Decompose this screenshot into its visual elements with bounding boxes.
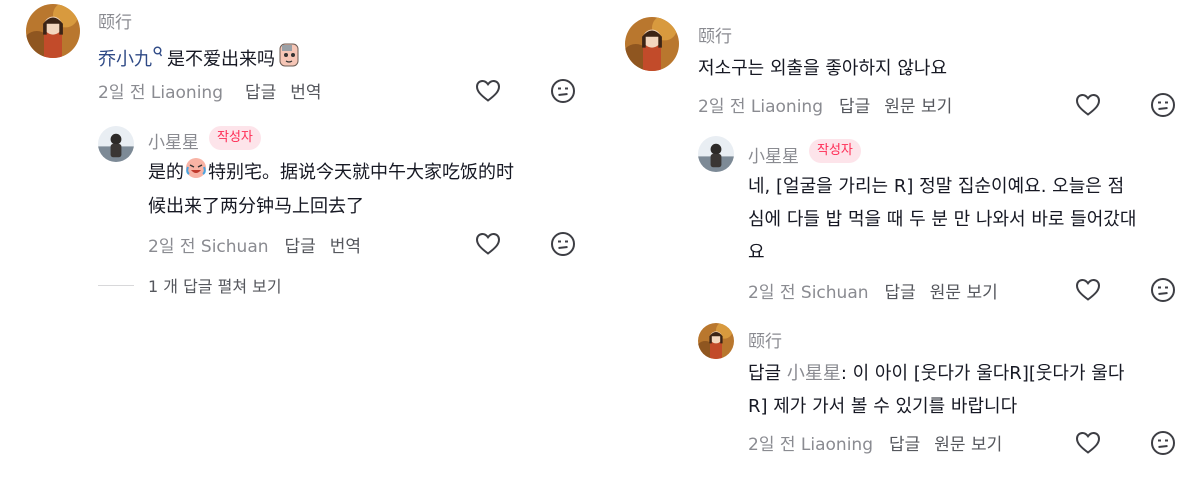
- reply-meta: 2일 전 Liaoning 답글 원문 보기: [748, 430, 1002, 455]
- dislike-button[interactable]: [549, 77, 577, 105]
- comment-date-location: 2일 전 Liaoning: [98, 83, 223, 103]
- reply-text-line: R] 제가 가서 볼 수 있기를 바랍니다: [748, 396, 1018, 417]
- dislike-button[interactable]: [1149, 276, 1177, 304]
- reply-button[interactable]: 답글: [285, 232, 316, 257]
- avatar[interactable]: [698, 323, 734, 359]
- reply-username[interactable]: 小星星: [148, 128, 199, 153]
- author-tag: 작성자: [809, 139, 861, 163]
- like-button[interactable]: [474, 230, 502, 258]
- comment-meta: 2일 전 Liaoning 답글 원문 보기: [698, 92, 952, 117]
- comment-date-location: 2일 전 Liaoning: [698, 97, 823, 117]
- reply-text-line: 候出来了两分钟马上回去了: [148, 195, 364, 217]
- reply-button[interactable]: 답글: [889, 430, 920, 455]
- meh-face-icon: [551, 232, 575, 256]
- meh-face-icon: [1151, 278, 1175, 302]
- reply-date-location: 2일 전 Sichuan: [148, 237, 269, 257]
- dislike-button[interactable]: [1149, 429, 1177, 457]
- expand-replies-button[interactable]: 1 개 답글 펼쳐 보기: [98, 273, 282, 297]
- like-button[interactable]: [1074, 276, 1102, 304]
- author-tag: 작성자: [209, 126, 261, 150]
- view-original-button[interactable]: 원문 보기: [930, 278, 998, 303]
- reply-username[interactable]: 颐行: [748, 327, 782, 352]
- reply-text-part: : 이 아이 [웃다가 울다R][웃다가 울다: [840, 363, 1125, 384]
- heart-outline-icon: [475, 79, 501, 102]
- reply-username[interactable]: 小星星: [748, 142, 799, 167]
- comment-text: 저소구는 외출을 좋아하지 않나요: [698, 58, 948, 79]
- like-button[interactable]: [1074, 429, 1102, 457]
- reply-text-part: 特别宅。据说今天就中午大家吃饭的时: [208, 162, 514, 183]
- comment-username[interactable]: 颐行: [698, 22, 732, 47]
- mention-link[interactable]: 乔小九: [98, 49, 152, 70]
- heart-outline-icon: [1075, 93, 1101, 116]
- meh-face-icon: [551, 79, 575, 103]
- meh-face-icon: [1151, 431, 1175, 455]
- reply-text-line: 네, [얼굴을 가리는 R] 정말 집순이예요. 오늘은 점: [748, 176, 1125, 197]
- reply-text-part: 是的: [148, 162, 184, 183]
- comment-text: 乔小九 是不爱出来吗: [98, 38, 300, 79]
- reply-text-line: 심에 다들 밥 먹을 때 두 분 만 나와서 바로 들어갔대: [748, 209, 1137, 230]
- dislike-button[interactable]: [549, 230, 577, 258]
- avatar[interactable]: [98, 126, 134, 162]
- translate-button[interactable]: 번역: [290, 78, 321, 103]
- reply-text: 답글 小星星: 이 아이 [웃다가 울다R][웃다가 울다 R] 제가 가서 볼…: [748, 357, 1188, 423]
- reply-meta: 2일 전 Sichuan 답글 번역: [148, 232, 361, 257]
- meh-face-icon: [1151, 93, 1175, 117]
- avatar[interactable]: [698, 136, 734, 172]
- comment-body: 是不爱出来吗: [167, 49, 275, 70]
- reply-text-line: 요: [748, 242, 765, 263]
- right-panel: 颐行 저소구는 외출을 좋아하지 않나요 2일 전 Liaoning 답글 원문…: [600, 0, 1200, 483]
- reply-text: 是的 特别宅。据说今天就中午大家吃饭的时 候出来了两分钟马上回去了: [148, 156, 588, 223]
- avatar[interactable]: [26, 4, 80, 58]
- reply-button[interactable]: 답글: [885, 278, 916, 303]
- heart-outline-icon: [1075, 278, 1101, 301]
- like-button[interactable]: [474, 77, 502, 105]
- reply-button[interactable]: 답글: [839, 92, 870, 117]
- reply-button[interactable]: 답글: [245, 78, 276, 103]
- reply-text: 네, [얼굴을 가리는 R] 정말 집순이예요. 오늘은 점 심에 다들 밥 먹…: [748, 170, 1188, 269]
- reply-date-location: 2일 전 Liaoning: [748, 435, 873, 455]
- translate-button[interactable]: 번역: [330, 232, 361, 257]
- mention-link[interactable]: 小星星: [787, 363, 841, 384]
- left-panel: 颐行 乔小九 是不爱出来吗 2일 전 Liaoning 답글 번역 小星星 작성…: [0, 0, 600, 483]
- laugh-cry-emoji: [185, 157, 207, 190]
- reply-prefix: 답글: [748, 363, 782, 384]
- like-button[interactable]: [1074, 91, 1102, 119]
- view-original-button[interactable]: 원문 보기: [934, 430, 1002, 455]
- divider: [98, 284, 134, 286]
- cartoon-head-emoji: [278, 42, 300, 79]
- avatar[interactable]: [625, 17, 679, 71]
- reply-date-location: 2일 전 Sichuan: [748, 283, 869, 303]
- expand-replies-label: 1 개 답글 펼쳐 보기: [148, 277, 282, 296]
- heart-outline-icon: [475, 232, 501, 255]
- comment-username[interactable]: 颐行: [98, 8, 132, 33]
- reply-meta: 2일 전 Sichuan 답글 원문 보기: [748, 278, 998, 303]
- comment-meta: 2일 전 Liaoning 답글 번역: [98, 78, 322, 103]
- view-original-button[interactable]: 원문 보기: [884, 92, 952, 117]
- heart-outline-icon: [1075, 431, 1101, 454]
- dislike-button[interactable]: [1149, 91, 1177, 119]
- q-badge-icon: [153, 38, 163, 71]
